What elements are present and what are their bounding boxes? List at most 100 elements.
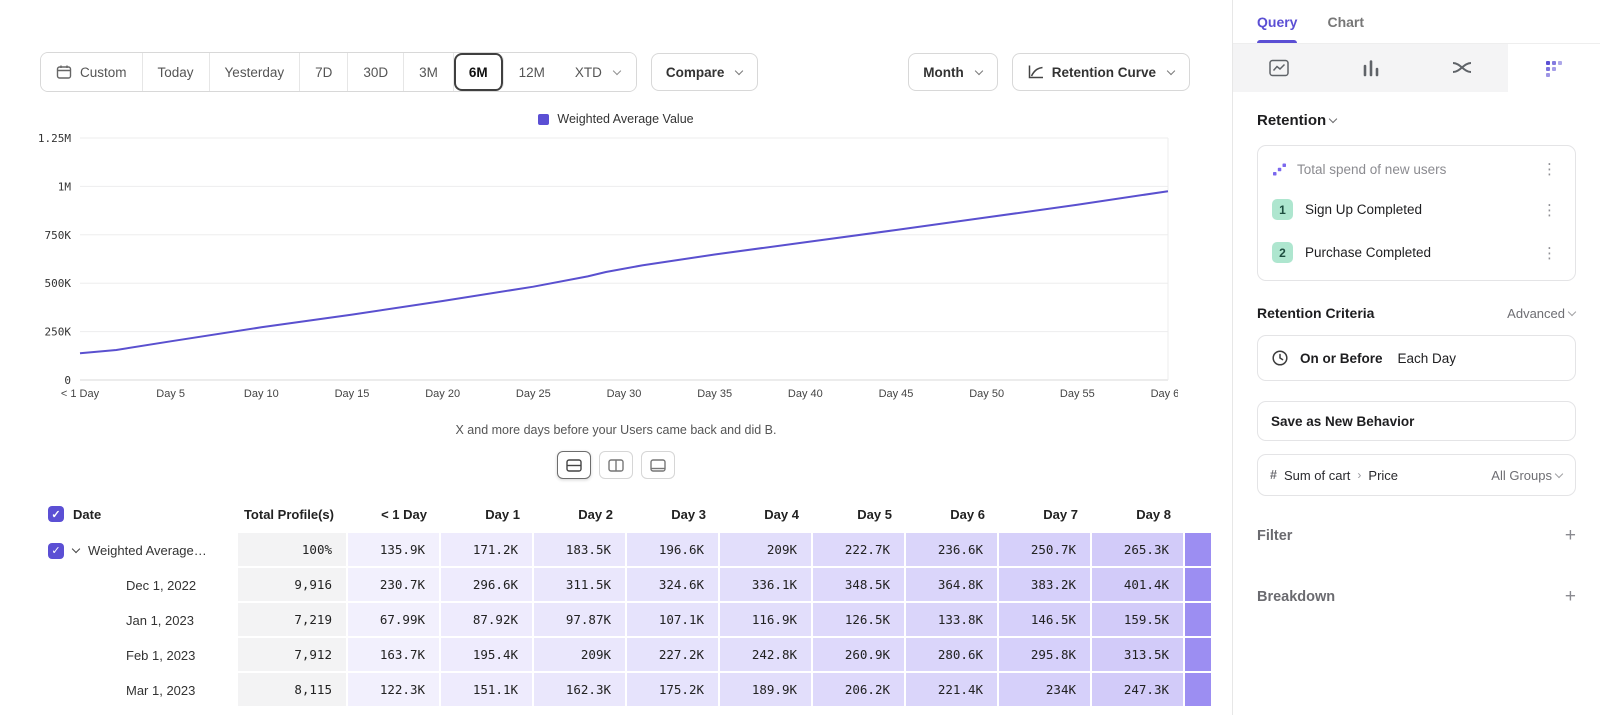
svg-text:Day 60: Day 60 (1151, 388, 1178, 400)
behavior-header[interactable]: Total spend of new users ⋮ (1262, 150, 1571, 188)
svg-text:1M: 1M (58, 180, 72, 193)
row-label-cell: Dec 1, 2022 (40, 568, 238, 603)
range-button-6m[interactable]: 6M (454, 53, 504, 91)
granularity-button[interactable]: Month (908, 53, 997, 91)
calendar-icon (56, 64, 72, 80)
tab-chart[interactable]: Chart (1327, 0, 1364, 43)
kebab-menu-icon[interactable]: ⋮ (1538, 201, 1561, 219)
table-row: Mar 1, 20238,115122.3K151.1K162.3K175.2K… (40, 673, 1232, 708)
add-filter-button[interactable]: + (1565, 526, 1576, 545)
range-button-yesterday[interactable]: Yesterday (210, 53, 301, 91)
retention-value-cell: 230.7K (348, 568, 441, 603)
retention-value-cell: 162.3K (534, 673, 627, 708)
measure-row[interactable]: # Sum of cart › Price All Groups (1257, 454, 1576, 496)
custom-range-button[interactable]: Custom (41, 53, 143, 91)
layout-split-horizontal-button[interactable] (557, 451, 591, 479)
layout-split-vertical-button[interactable] (599, 451, 633, 479)
total-profiles-cell: 7,912 (238, 638, 348, 673)
expand-chevron-icon[interactable] (72, 545, 80, 553)
section-label: Retention (1257, 112, 1326, 129)
groups-label: All Groups (1491, 468, 1552, 483)
xtd-button[interactable]: XTD (560, 53, 636, 91)
svg-text:500K: 500K (45, 277, 72, 290)
advanced-dropdown[interactable]: Advanced (1507, 306, 1576, 321)
range-button-3m[interactable]: 3M (404, 53, 454, 91)
row-label-cell: Jan 1, 2023 (40, 603, 238, 638)
flows-report-button[interactable] (1417, 44, 1509, 92)
retention-value-cell: 116.9K (720, 603, 813, 638)
retention-value-cell: 265.3K (1092, 533, 1185, 568)
chevron-down-icon (1555, 469, 1563, 477)
column-header: Day 1 (441, 495, 534, 533)
tab-query[interactable]: Query (1257, 0, 1297, 43)
row-label-cell: Mar 1, 2023 (40, 673, 238, 708)
svg-text:< 1 Day: < 1 Day (61, 388, 100, 400)
retention-value-cell: 159.5K (1092, 603, 1185, 638)
retention-table: ✓ DateTotal Profile(s)< 1 DayDay 1Day 2D… (40, 495, 1232, 708)
behavior-card: Total spend of new users ⋮ 1 Sign Up Com… (1257, 145, 1576, 281)
retention-value-cell: 280.6K (906, 638, 999, 673)
measure-property: Price (1368, 468, 1398, 483)
cut-column-header (1185, 495, 1211, 533)
save-as-new-behavior-button[interactable]: Save as New Behavior (1257, 401, 1576, 441)
section-retention-dropdown[interactable]: Retention (1257, 112, 1576, 129)
range-button-30d[interactable]: 30D (348, 53, 404, 91)
bar-chart-icon (1361, 59, 1381, 77)
retention-value-cell: 247.3K (1092, 673, 1185, 708)
svg-text:Day 5: Day 5 (156, 388, 185, 400)
range-button-12m[interactable]: 12M (504, 53, 560, 91)
layout-single-icon (650, 459, 666, 472)
step-number-badge: 2 (1272, 242, 1293, 263)
row-checkbox[interactable]: ✓ (48, 543, 64, 559)
column-header: < 1 Day (348, 495, 441, 533)
step-number-badge: 1 (1272, 199, 1293, 220)
retention-grid-icon (1544, 59, 1564, 77)
breakdown-label: Breakdown (1257, 589, 1335, 605)
behavior-step-1[interactable]: 1 Sign Up Completed ⋮ (1262, 188, 1571, 231)
retention-value-cell: 107.1K (627, 603, 720, 638)
criteria-condition-row[interactable]: On or Before Each Day (1257, 335, 1576, 381)
retention-report-button[interactable] (1508, 44, 1600, 92)
retention-value-cell: 295.8K (999, 638, 1092, 673)
table-header-row: ✓ DateTotal Profile(s)< 1 DayDay 1Day 2D… (40, 495, 1232, 533)
total-profiles-cell: 9,916 (238, 568, 348, 603)
retention-value-cell: 87.92K (441, 603, 534, 638)
number-property-icon: # (1270, 468, 1277, 482)
svg-text:1.25M: 1.25M (38, 132, 71, 145)
retention-value-cell: 364.8K (906, 568, 999, 603)
chart-type-label: Retention Curve (1052, 65, 1156, 80)
retention-value-cell: 296.6K (441, 568, 534, 603)
table-row: ✓ Weighted Average ...100%135.9K171.2K18… (40, 533, 1232, 568)
behavior-step-2[interactable]: 2 Purchase Completed ⋮ (1262, 231, 1571, 274)
all-groups-dropdown[interactable]: All Groups (1491, 468, 1563, 483)
retention-criteria-label: Retention Criteria (1257, 305, 1374, 321)
insights-report-button[interactable] (1233, 44, 1325, 92)
report-type-switcher (1233, 44, 1600, 92)
retention-value-cell: 222.7K (813, 533, 906, 568)
chart-type-button[interactable]: Retention Curve (1012, 53, 1190, 91)
svg-text:Day 55: Day 55 (1060, 388, 1095, 400)
cut-column-cell (1185, 568, 1211, 603)
retention-value-cell: 171.2K (441, 533, 534, 568)
kebab-menu-icon[interactable]: ⋮ (1538, 160, 1561, 178)
svg-text:250K: 250K (45, 326, 72, 339)
retention-value-cell: 133.8K (906, 603, 999, 638)
retention-value-cell: 336.1K (720, 568, 813, 603)
table-row: Feb 1, 20237,912163.7K195.4K209K227.2K24… (40, 638, 1232, 673)
layout-split-vertical-icon (608, 459, 624, 472)
line-chart-icon (1268, 59, 1290, 77)
chevron-down-icon (1167, 66, 1175, 74)
table-row: Dec 1, 20229,916230.7K296.6K311.5K324.6K… (40, 568, 1232, 603)
funnels-report-button[interactable] (1325, 44, 1417, 92)
table-row: Jan 1, 20237,21967.99K87.92K97.87K107.1K… (40, 603, 1232, 638)
add-breakdown-button[interactable]: + (1565, 587, 1576, 606)
layout-single-button[interactable] (641, 451, 675, 479)
kebab-menu-icon[interactable]: ⋮ (1538, 244, 1561, 262)
range-button-today[interactable]: Today (143, 53, 210, 91)
retention-value-cell: 348.5K (813, 568, 906, 603)
chevron-down-icon (974, 66, 982, 74)
compare-button[interactable]: Compare (651, 53, 759, 91)
select-all-checkbox[interactable]: ✓ (48, 506, 64, 522)
range-button-7d[interactable]: 7D (300, 53, 348, 91)
advanced-label: Advanced (1507, 306, 1565, 321)
